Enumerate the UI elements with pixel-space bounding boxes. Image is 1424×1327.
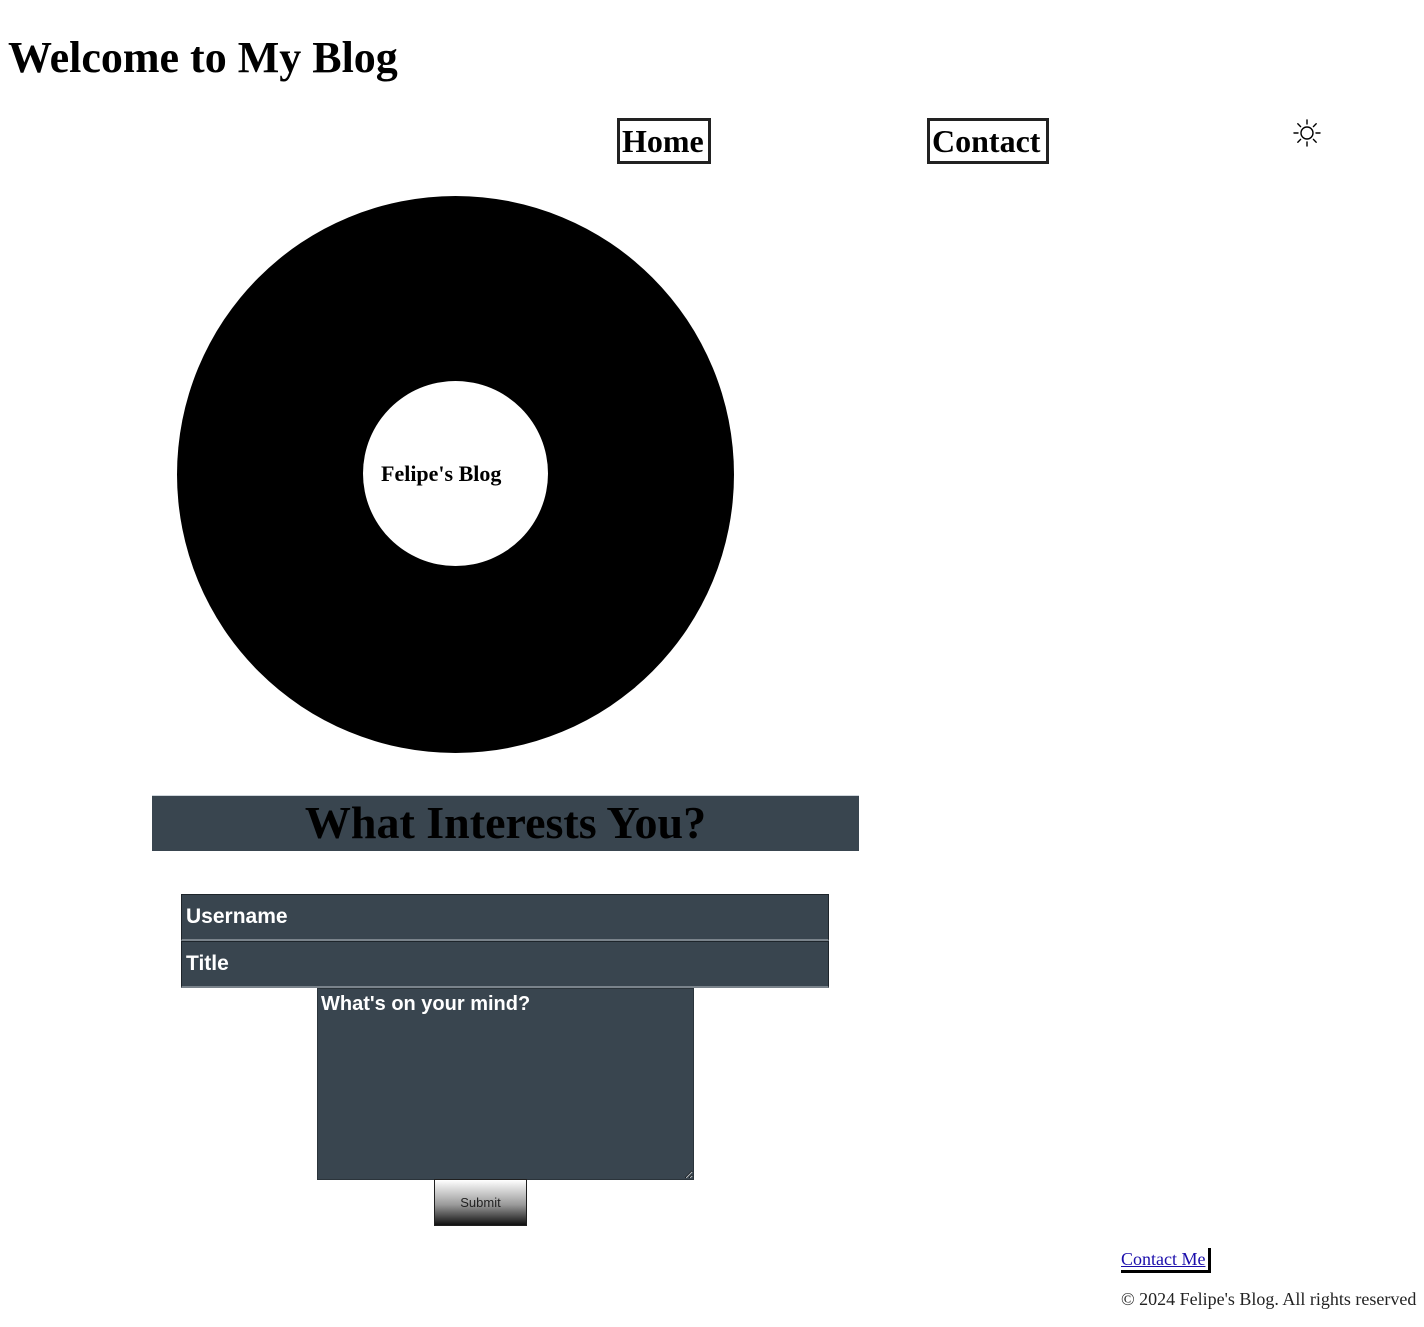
sun-icon xyxy=(1293,119,1321,147)
nav-home-link[interactable]: Home xyxy=(617,118,711,164)
username-input[interactable] xyxy=(181,894,829,941)
interests-heading: What Interests You? xyxy=(152,795,859,851)
blog-logo: Felipe's Blog xyxy=(177,196,734,753)
submit-button[interactable]: Submit xyxy=(434,1179,527,1226)
page-title: Welcome to My Blog xyxy=(8,33,398,82)
footer-copyright: © 2024 Felipe's Blog. All rights reserve… xyxy=(1121,1289,1417,1309)
theme-toggle-button[interactable] xyxy=(1292,118,1322,148)
nav-contact-link[interactable]: Contact xyxy=(927,118,1049,164)
logo-text: Felipe's Blog xyxy=(381,461,502,486)
post-body-textarea[interactable] xyxy=(317,988,694,1180)
logo-center: Felipe's Blog xyxy=(363,381,548,566)
footer-contact-link[interactable]: Contact Me xyxy=(1121,1248,1211,1273)
title-input[interactable] xyxy=(181,941,829,988)
